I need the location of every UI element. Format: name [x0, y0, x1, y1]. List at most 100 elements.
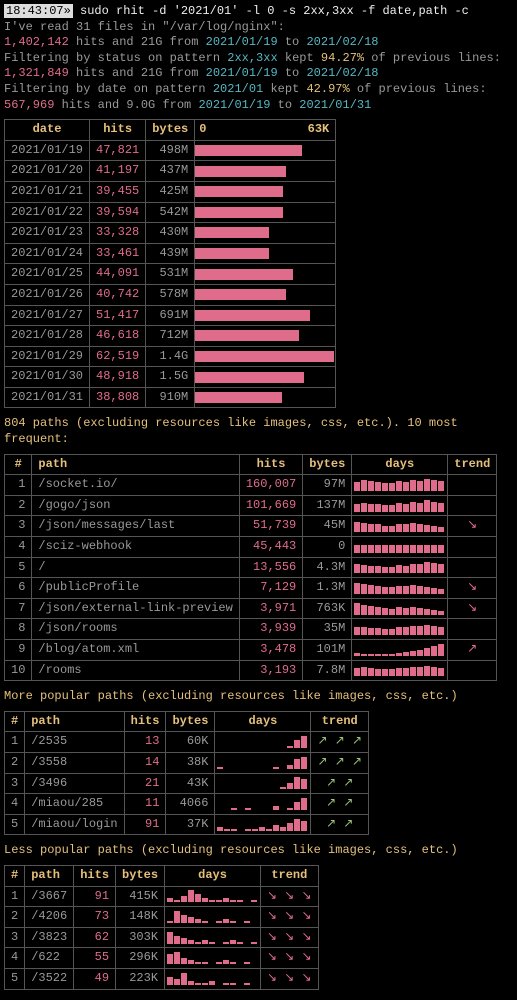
cell-n: 9	[5, 640, 32, 661]
cell-bytes: 439M	[146, 243, 195, 264]
more-section-title: More popular paths (excluding resources …	[4, 689, 513, 705]
cell-bytes: 542M	[146, 202, 195, 223]
cell-bytes: 4.3M	[303, 557, 352, 578]
cell-hits: 44,091	[90, 264, 146, 285]
cell-n: 2	[5, 907, 25, 928]
cell-spark	[352, 619, 448, 640]
cell-path: /3667	[25, 886, 74, 907]
cell-bytes: 430M	[146, 223, 195, 244]
cell-date: 2021/01/21	[5, 181, 90, 202]
cell-date: 2021/01/29	[5, 346, 90, 367]
cell-spark	[165, 948, 261, 969]
cell-bytes: 763K	[303, 598, 352, 619]
cell-spark	[215, 752, 311, 773]
cell-n: 2	[5, 752, 25, 773]
filter-date-line: Filtering by date on pattern 2021/01 kep…	[4, 82, 513, 98]
cell-trend: ↗ ↗	[311, 794, 369, 815]
cell-hits: 3,193	[239, 660, 302, 681]
cell-spark	[165, 927, 261, 948]
cell-hits: 3,971	[239, 598, 302, 619]
cell-n: 7	[5, 598, 32, 619]
paths-table: # path hits bytes days trend 1/socket.io…	[4, 454, 497, 682]
cell-trend	[448, 660, 497, 681]
paths-section-title: 804 paths (excluding resources like imag…	[4, 416, 513, 447]
cell-hits: 46,618	[90, 326, 146, 347]
cell-bytes: 35M	[303, 619, 352, 640]
cell-bytes: 38K	[166, 752, 215, 773]
cell-n: 4	[5, 948, 25, 969]
table-row: 5/miaou/login9137K↗ ↗	[5, 814, 369, 835]
cell-bytes: 60K	[166, 732, 215, 753]
cell-path: /blog/atom.xml	[32, 640, 239, 661]
cell-path: /publicProfile	[32, 578, 239, 599]
less-table: # path hits bytes days trend 1/366791415…	[4, 865, 319, 990]
cell-trend: ↘ ↘ ↘	[261, 948, 319, 969]
cell-n: 5	[5, 814, 25, 835]
cell-spark	[352, 557, 448, 578]
cell-hits: 91	[124, 814, 166, 835]
cell-n: 6	[5, 578, 32, 599]
cell-spark	[352, 578, 448, 599]
cell-hits: 11	[124, 794, 166, 815]
cell-bar	[195, 223, 336, 244]
cell-spark	[352, 640, 448, 661]
filter-status-line: Filtering by status on pattern 2xx,3xx k…	[4, 51, 513, 67]
cell-path: /2535	[25, 732, 124, 753]
summary-line-2: 1,321,849 hits and 21G from 2021/01/19 t…	[4, 66, 513, 82]
cell-n: 3	[5, 516, 32, 537]
cell-trend: ↘ ↘ ↘	[261, 968, 319, 989]
col-date: date	[5, 120, 90, 141]
cell-n: 1	[5, 475, 32, 496]
cell-spark	[352, 495, 448, 516]
cell-bytes: 137M	[303, 495, 352, 516]
cell-path: /miaou/login	[25, 814, 124, 835]
table-row: 2021/01/2239,594542M	[5, 202, 336, 223]
cell-path: /3558	[25, 752, 124, 773]
cell-bytes: 425M	[146, 181, 195, 202]
cell-hits: 73	[74, 907, 116, 928]
cell-spark	[215, 794, 311, 815]
table-row: 3/382362303K↘ ↘ ↘	[5, 927, 319, 948]
cell-n: 2	[5, 495, 32, 516]
cell-n: 3	[5, 773, 25, 794]
table-row: 7/json/external-link-preview3,971763K↘	[5, 598, 497, 619]
cell-bar	[195, 161, 336, 182]
table-row: 2/35581438K↗ ↗ ↗	[5, 752, 369, 773]
cell-hits: 55	[74, 948, 116, 969]
cell-path: /miaou/285	[25, 794, 124, 815]
table-row: 4/sciz-webhook45,4430	[5, 537, 497, 558]
cell-n: 8	[5, 619, 32, 640]
cell-hits: 101,669	[239, 495, 302, 516]
cell-bar	[195, 284, 336, 305]
table-row: 2021/01/3048,9181.5G	[5, 367, 336, 388]
cell-bar	[195, 181, 336, 202]
cell-hits: 39,594	[90, 202, 146, 223]
cell-trend	[448, 475, 497, 496]
cell-bytes: 0	[303, 537, 352, 558]
cell-date: 2021/01/31	[5, 387, 90, 408]
cell-path: /3496	[25, 773, 124, 794]
cell-spark	[352, 537, 448, 558]
cell-n: 3	[5, 927, 25, 948]
prompt-command: sudo rhit -d '2021/01' -l 0 -s 2xx,3xx -…	[80, 4, 469, 18]
cell-spark	[165, 968, 261, 989]
table-row: 2021/01/2433,461439M	[5, 243, 336, 264]
cell-spark	[215, 732, 311, 753]
table-row: 6/publicProfile7,1291.3M↘	[5, 578, 497, 599]
cell-spark	[215, 773, 311, 794]
cell-bytes: 415K	[116, 886, 165, 907]
cell-date: 2021/01/23	[5, 223, 90, 244]
cell-bytes: 45M	[303, 516, 352, 537]
cell-bytes: 223K	[116, 968, 165, 989]
cell-date: 2021/01/25	[5, 264, 90, 285]
cell-hits: 33,461	[90, 243, 146, 264]
cell-bytes: 531M	[146, 264, 195, 285]
more-table: # path hits bytes days trend 1/25351360K…	[4, 711, 369, 836]
cell-date: 2021/01/24	[5, 243, 90, 264]
cell-bar	[195, 305, 336, 326]
table-row: 2021/01/2640,742578M	[5, 284, 336, 305]
table-row: 8/json/rooms3,93935M	[5, 619, 497, 640]
table-row: 2021/01/2333,328430M	[5, 223, 336, 244]
cell-trend: ↗ ↗	[311, 814, 369, 835]
cell-trend: ↘	[448, 578, 497, 599]
